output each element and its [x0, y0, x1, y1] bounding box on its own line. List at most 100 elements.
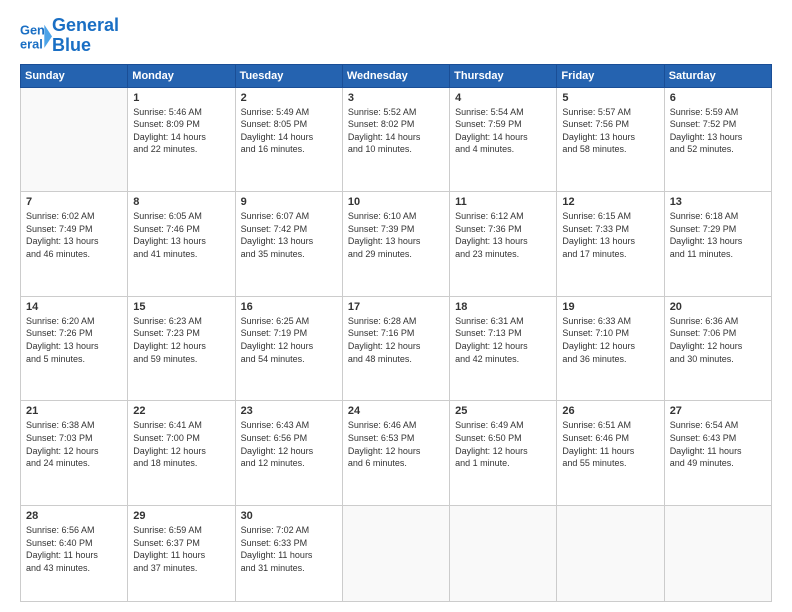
day-info: Sunrise: 6:43 AMSunset: 6:56 PMDaylight:…: [241, 419, 337, 469]
day-info: Sunrise: 5:59 AMSunset: 7:52 PMDaylight:…: [670, 106, 766, 156]
calendar-week-row: 28 Sunrise: 6:56 AMSunset: 6:40 PMDayligh…: [21, 506, 772, 602]
page: Gen eral General Blue SundayMondayTuesda…: [0, 0, 792, 612]
day-info: Sunrise: 6:54 AMSunset: 6:43 PMDaylight:…: [670, 419, 766, 469]
day-info: Sunrise: 5:57 AMSunset: 7:56 PMDaylight:…: [562, 106, 658, 156]
day-number: 10: [348, 196, 444, 208]
svg-text:eral: eral: [20, 36, 43, 51]
day-info: Sunrise: 7:02 AMSunset: 6:33 PMDaylight:…: [241, 524, 337, 574]
day-info: Sunrise: 6:31 AMSunset: 7:13 PMDaylight:…: [455, 315, 551, 365]
day-info: Sunrise: 6:07 AMSunset: 7:42 PMDaylight:…: [241, 210, 337, 260]
day-info: Sunrise: 6:33 AMSunset: 7:10 PMDaylight:…: [562, 315, 658, 365]
day-number: 9: [241, 196, 337, 208]
weekday-header: Thursday: [450, 64, 557, 87]
day-number: 11: [455, 196, 551, 208]
calendar-cell: 19 Sunrise: 6:33 AMSunset: 7:10 PMDayligh…: [557, 296, 664, 401]
day-number: 6: [670, 92, 766, 104]
day-number: 2: [241, 92, 337, 104]
calendar-cell: [557, 506, 664, 602]
calendar-cell: 9 Sunrise: 6:07 AMSunset: 7:42 PMDaylight…: [235, 192, 342, 297]
day-info: Sunrise: 6:51 AMSunset: 6:46 PMDaylight:…: [562, 419, 658, 469]
day-number: 22: [133, 405, 229, 417]
weekday-header: Saturday: [664, 64, 771, 87]
day-info: Sunrise: 6:46 AMSunset: 6:53 PMDaylight:…: [348, 419, 444, 469]
calendar-cell: [664, 506, 771, 602]
day-number: 4: [455, 92, 551, 104]
calendar-cell: 15 Sunrise: 6:23 AMSunset: 7:23 PMDayligh…: [128, 296, 235, 401]
logo-text: General: [52, 16, 119, 36]
day-info: Sunrise: 6:25 AMSunset: 7:19 PMDaylight:…: [241, 315, 337, 365]
calendar-week-row: 21Sunrise: 6:38 AMSunset: 7:03 PMDayligh…: [21, 401, 772, 506]
day-info: Sunrise: 6:15 AMSunset: 7:33 PMDaylight:…: [562, 210, 658, 260]
calendar-cell: 2 Sunrise: 5:49 AMSunset: 8:05 PMDaylight…: [235, 87, 342, 192]
day-number: 28: [26, 510, 122, 522]
calendar-cell: 29 Sunrise: 6:59 AMSunset: 6:37 PMDayligh…: [128, 506, 235, 602]
calendar-cell: 8 Sunrise: 6:05 AMSunset: 7:46 PMDaylight…: [128, 192, 235, 297]
calendar-cell: 26Sunrise: 6:51 AMSunset: 6:46 PMDayligh…: [557, 401, 664, 506]
day-number: 18: [455, 301, 551, 313]
header: Gen eral General Blue: [20, 16, 772, 56]
calendar-cell: 5 Sunrise: 5:57 AMSunset: 7:56 PMDaylight…: [557, 87, 664, 192]
day-info: Sunrise: 6:41 AMSunset: 7:00 PMDaylight:…: [133, 419, 229, 469]
calendar-cell: 4 Sunrise: 5:54 AMSunset: 7:59 PMDaylight…: [450, 87, 557, 192]
calendar-week-row: 7Sunrise: 6:02 AMSunset: 7:49 PMDaylight…: [21, 192, 772, 297]
day-number: 17: [348, 301, 444, 313]
day-number: 23: [241, 405, 337, 417]
svg-text:Gen: Gen: [20, 22, 45, 37]
day-number: 14: [26, 301, 122, 313]
day-info: Sunrise: 5:49 AMSunset: 8:05 PMDaylight:…: [241, 106, 337, 156]
calendar-cell: 16 Sunrise: 6:25 AMSunset: 7:19 PMDayligh…: [235, 296, 342, 401]
calendar-cell: 10 Sunrise: 6:10 AMSunset: 7:39 PMDayligh…: [342, 192, 449, 297]
day-info: Sunrise: 6:10 AMSunset: 7:39 PMDaylight:…: [348, 210, 444, 260]
calendar-cell: 12 Sunrise: 6:15 AMSunset: 7:33 PMDayligh…: [557, 192, 664, 297]
calendar-week-row: 1Sunrise: 5:46 AMSunset: 8:09 PMDaylight…: [21, 87, 772, 192]
calendar-cell: 28 Sunrise: 6:56 AMSunset: 6:40 PMDayligh…: [21, 506, 128, 602]
day-number: 19: [562, 301, 658, 313]
day-info: Sunrise: 6:56 AMSunset: 6:40 PMDaylight:…: [26, 524, 122, 574]
day-info: Sunrise: 6:23 AMSunset: 7:23 PMDaylight:…: [133, 315, 229, 365]
day-info: Sunrise: 5:54 AMSunset: 7:59 PMDaylight:…: [455, 106, 551, 156]
weekday-header: Wednesday: [342, 64, 449, 87]
day-info: Sunrise: 5:52 AMSunset: 8:02 PMDaylight:…: [348, 106, 444, 156]
day-number: 29: [133, 510, 229, 522]
calendar-week-row: 14Sunrise: 6:20 AMSunset: 7:26 PMDayligh…: [21, 296, 772, 401]
day-info: Sunrise: 6:28 AMSunset: 7:16 PMDaylight:…: [348, 315, 444, 365]
calendar-cell: 18 Sunrise: 6:31 AMSunset: 7:13 PMDayligh…: [450, 296, 557, 401]
day-info: Sunrise: 6:05 AMSunset: 7:46 PMDaylight:…: [133, 210, 229, 260]
day-number: 16: [241, 301, 337, 313]
calendar-cell: 24 Sunrise: 6:46 AMSunset: 6:53 PMDayligh…: [342, 401, 449, 506]
calendar-cell: 14Sunrise: 6:20 AMSunset: 7:26 PMDayligh…: [21, 296, 128, 401]
calendar-cell: 21Sunrise: 6:38 AMSunset: 7:03 PMDayligh…: [21, 401, 128, 506]
calendar-cell: [342, 506, 449, 602]
calendar-cell: [450, 506, 557, 602]
weekday-header: Friday: [557, 64, 664, 87]
day-number: 12: [562, 196, 658, 208]
weekday-header: Sunday: [21, 64, 128, 87]
day-number: 27: [670, 405, 766, 417]
day-number: 3: [348, 92, 444, 104]
calendar-cell: 1Sunrise: 5:46 AMSunset: 8:09 PMDaylight…: [128, 87, 235, 192]
day-number: 21: [26, 405, 122, 417]
logo: Gen eral General Blue: [20, 16, 119, 56]
day-number: 15: [133, 301, 229, 313]
day-number: 5: [562, 92, 658, 104]
calendar-table: SundayMondayTuesdayWednesdayThursdayFrid…: [20, 64, 772, 602]
calendar-cell: 6 Sunrise: 5:59 AMSunset: 7:52 PMDaylight…: [664, 87, 771, 192]
calendar-cell: 11Sunrise: 6:12 AMSunset: 7:36 PMDayligh…: [450, 192, 557, 297]
day-number: 20: [670, 301, 766, 313]
day-info: Sunrise: 6:49 AMSunset: 6:50 PMDaylight:…: [455, 419, 551, 469]
calendar-cell: 25Sunrise: 6:49 AMSunset: 6:50 PMDayligh…: [450, 401, 557, 506]
calendar-cell: 13 Sunrise: 6:18 AMSunset: 7:29 PMDayligh…: [664, 192, 771, 297]
weekday-header: Monday: [128, 64, 235, 87]
calendar-cell: 7Sunrise: 6:02 AMSunset: 7:49 PMDaylight…: [21, 192, 128, 297]
calendar-cell: 22 Sunrise: 6:41 AMSunset: 7:00 PMDayligh…: [128, 401, 235, 506]
day-number: 1: [133, 92, 229, 104]
day-info: Sunrise: 6:18 AMSunset: 7:29 PMDaylight:…: [670, 210, 766, 260]
day-number: 13: [670, 196, 766, 208]
calendar-cell: 3 Sunrise: 5:52 AMSunset: 8:02 PMDaylight…: [342, 87, 449, 192]
day-number: 24: [348, 405, 444, 417]
logo-icon: Gen eral: [20, 18, 52, 54]
day-number: 8: [133, 196, 229, 208]
calendar-header-row: SundayMondayTuesdayWednesdayThursdayFrid…: [21, 64, 772, 87]
day-info: Sunrise: 6:59 AMSunset: 6:37 PMDaylight:…: [133, 524, 229, 574]
day-number: 30: [241, 510, 337, 522]
